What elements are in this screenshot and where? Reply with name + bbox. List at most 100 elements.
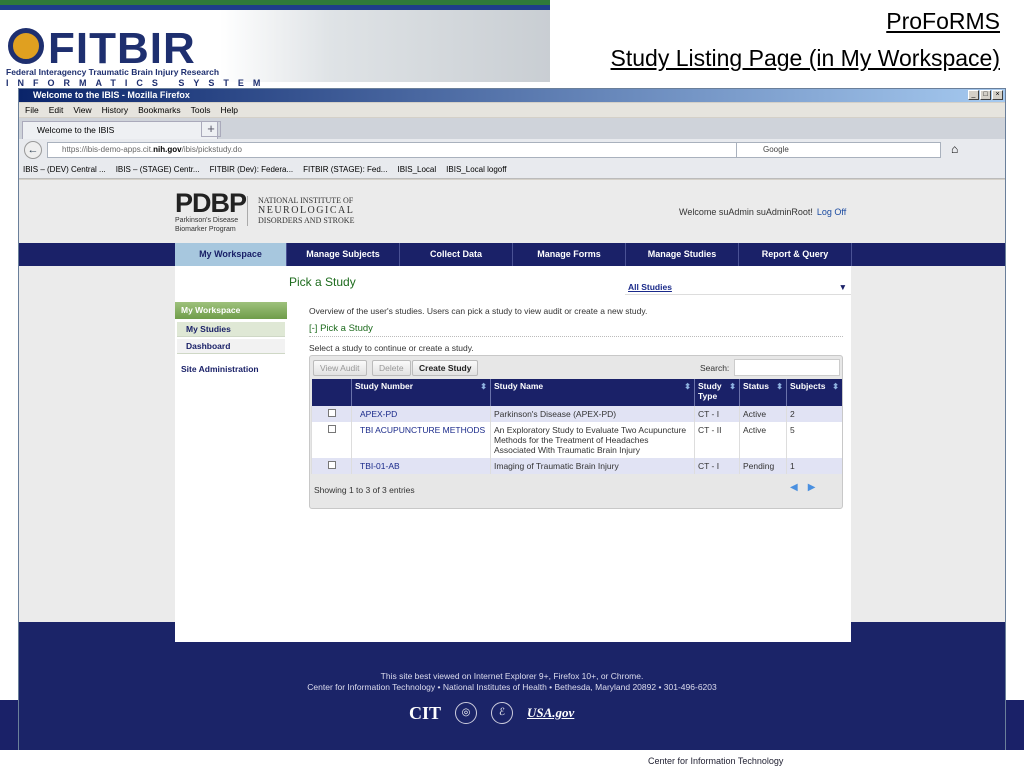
browser-tab[interactable]: Welcome to the IBIS — [22, 121, 218, 139]
pdbp-sub2: Biomarker Program — [175, 226, 236, 233]
table-row[interactable]: APEX-PD Parkinson's Disease (APEX-PD) CT… — [311, 406, 842, 422]
study-status: Active — [739, 422, 787, 458]
window-title: Welcome to the IBIS - Mozilla Firefox — [19, 89, 1005, 102]
slide-top-bar — [0, 0, 550, 10]
search-engine-input[interactable]: Google — [736, 142, 941, 158]
tab-bar: Welcome to the IBIS + — [19, 118, 1005, 139]
study-number[interactable]: APEX-PD — [351, 406, 491, 422]
footer-logos: CIT ◎ ℰ USA.gov — [409, 702, 574, 724]
study-status: Pending — [739, 458, 787, 474]
bookmark-item[interactable]: IBIS_Local — [397, 161, 436, 178]
table-row[interactable]: TBI-01-AB Imaging of Traumatic Brain Inj… — [311, 458, 842, 474]
prev-page-icon[interactable]: ◀ — [790, 482, 808, 493]
pdbp-subtitle: Parkinson's Disease Biomarker Program — [175, 216, 238, 234]
next-page-icon[interactable]: ▶ — [808, 482, 826, 493]
menu-edit[interactable]: Edit — [49, 103, 64, 117]
url-prefix: https://ibis-demo-apps.cit. — [62, 145, 154, 154]
column-label: Study Name — [494, 381, 544, 391]
navigation-bar: ← https://ibis-demo-apps.cit.nih.gov/ibi… — [19, 139, 1005, 161]
sort-icon: ⬍ — [684, 382, 691, 391]
nav-report-query[interactable]: Report & Query — [739, 243, 852, 266]
row-checkbox-cell — [311, 458, 352, 474]
url-input[interactable]: https://ibis-demo-apps.cit.nih.gov/ibis/… — [47, 142, 747, 158]
welcome-message: Welcome suAdmin suAdminRoot! Log Off — [679, 207, 846, 217]
study-status: Active — [739, 406, 787, 422]
row-checkbox[interactable] — [328, 461, 336, 469]
menu-help[interactable]: Help — [220, 103, 237, 117]
ninds-line2: NEUROLOGICAL — [258, 205, 355, 216]
table-row[interactable]: TBI ACUPUNCTURE METHODS An Exploratory S… — [311, 422, 842, 458]
home-icon[interactable]: ⌂ — [951, 142, 958, 156]
pagination: ◀▶ — [790, 482, 825, 493]
usagov-logo[interactable]: USA.gov — [527, 705, 574, 721]
menu-file[interactable]: File — [25, 103, 39, 117]
column-label: Status — [743, 381, 769, 391]
nav-collect-data[interactable]: Collect Data — [400, 243, 513, 266]
column-header-status[interactable]: Status ⬍ — [739, 379, 787, 406]
search-input[interactable] — [734, 359, 840, 376]
study-filter-value: All Studies — [628, 282, 672, 292]
study-filter-select[interactable]: All Studies ▼ — [625, 280, 851, 295]
nav-my-workspace[interactable]: My Workspace — [175, 243, 287, 266]
column-header-study-name[interactable]: Study Name ⬍ — [490, 379, 695, 406]
bookmark-item[interactable]: IBIS – (STAGE) Centr... — [116, 161, 200, 178]
sort-icon: ⬍ — [776, 382, 783, 391]
pdbp-logo: PDBP — [175, 188, 247, 218]
maximize-button[interactable]: □ — [980, 90, 991, 100]
column-header-study-type[interactable]: Study Type ⬍ — [694, 379, 740, 406]
nav-manage-forms[interactable]: Manage Forms — [513, 243, 626, 266]
back-button[interactable]: ← — [24, 141, 42, 159]
cit-logo[interactable]: CIT — [409, 703, 441, 724]
sidebar-site-administration[interactable]: Site Administration — [181, 364, 259, 374]
overview-text: Overview of the user's studies. Users ca… — [309, 306, 648, 316]
sort-icon: ⬍ — [480, 382, 487, 391]
slide-decoration — [1006, 700, 1024, 750]
ninds-logo: NATIONAL INSTITUTE OF NEUROLOGICAL DISORDE… — [247, 196, 354, 226]
column-header-study-number[interactable]: Study Number ⬍ — [351, 379, 491, 406]
view-audit-button[interactable]: View Audit — [313, 360, 367, 376]
column-header-subjects[interactable]: Subjects ⬍ — [786, 379, 842, 406]
content-panel: Pick a Study All Studies ▼ My Workspace M… — [175, 266, 851, 642]
nih-seal-icon[interactable]: ◎ — [455, 702, 478, 724]
sort-icon: ⬍ — [729, 382, 736, 391]
minimize-button[interactable]: _ — [968, 90, 979, 100]
row-checkbox[interactable] — [328, 425, 336, 433]
study-number[interactable]: TBI ACUPUNCTURE METHODS — [351, 422, 491, 458]
welcome-text: Welcome suAdmin suAdminRoot! — [679, 207, 813, 217]
sort-icon: ⬍ — [832, 382, 839, 391]
study-number[interactable]: TBI-01-AB — [351, 458, 491, 474]
bookmark-item[interactable]: FITBIR (STAGE): Fed... — [303, 161, 387, 178]
url-path: /ibis/pickstudy.do — [181, 145, 242, 154]
logo-subtitle2: INFORMATICS SYSTEM — [6, 78, 270, 88]
delete-button[interactable]: Delete — [372, 360, 411, 376]
study-table-container: View Audit Delete Create Study Search: S… — [309, 355, 843, 509]
study-type: CT - I — [694, 458, 740, 474]
bookmark-item[interactable]: IBIS_Local logoff — [446, 161, 506, 178]
menu-tools[interactable]: Tools — [191, 103, 211, 117]
hhs-seal-icon[interactable]: ℰ — [491, 702, 514, 724]
new-tab-button[interactable]: + — [201, 121, 221, 137]
logoff-link[interactable]: Log Off — [817, 207, 846, 217]
bookmarks-bar: IBIS – (DEV) Central ... IBIS – (STAGE) … — [19, 161, 1005, 179]
section-toggle[interactable]: [-] Pick a Study — [309, 323, 843, 337]
create-study-button[interactable]: Create Study — [412, 360, 479, 376]
search-label: Search: — [700, 363, 730, 373]
sidebar-item-dashboard[interactable]: Dashboard — [177, 339, 285, 354]
footer-browser-note: This site best viewed on Internet Explor… — [380, 671, 644, 681]
menu-bookmarks[interactable]: Bookmarks — [138, 103, 181, 117]
nav-manage-studies[interactable]: Manage Studies — [626, 243, 739, 266]
instruction-text: Select a study to continue or create a s… — [309, 343, 474, 353]
bookmark-item[interactable]: IBIS – (DEV) Central ... — [23, 161, 106, 178]
url-domain: nih.gov — [153, 145, 182, 154]
sidebar-heading: My Workspace — [175, 302, 287, 319]
menu-view[interactable]: View — [73, 103, 91, 117]
slide-subtitle: Study Listing Page (in My Workspace) — [610, 45, 1000, 71]
sidebar-item-my-studies[interactable]: My Studies — [177, 322, 285, 337]
bookmark-item[interactable]: FITBIR (Dev): Federa... — [210, 161, 294, 178]
study-subjects: 1 — [786, 458, 842, 474]
row-checkbox[interactable] — [328, 409, 336, 417]
close-button[interactable]: × — [992, 90, 1003, 100]
entries-info: Showing 1 to 3 of 3 entries — [314, 485, 415, 495]
menu-history[interactable]: History — [102, 103, 128, 117]
nav-manage-subjects[interactable]: Manage Subjects — [287, 243, 400, 266]
